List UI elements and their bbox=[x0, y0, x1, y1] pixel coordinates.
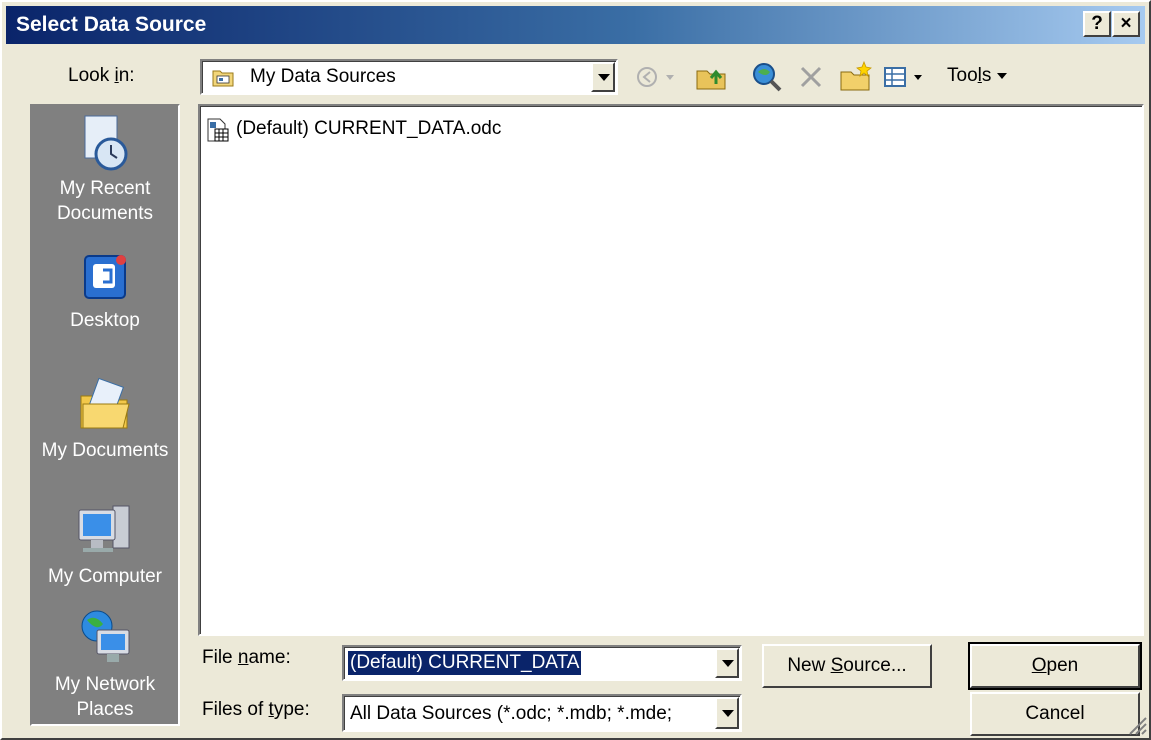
place-label: My Documents bbox=[41, 440, 169, 461]
open-button[interactable]: Open bbox=[968, 642, 1142, 690]
recent-documents-icon bbox=[84, 115, 128, 171]
files-of-type-label: Files of type: bbox=[202, 699, 310, 720]
help-button[interactable]: ? bbox=[1083, 11, 1111, 37]
place-label: My Network bbox=[54, 674, 156, 695]
look-in-dropdown-button[interactable] bbox=[591, 62, 615, 92]
place-label: Places bbox=[76, 699, 134, 720]
dialog-title: Select Data Source bbox=[16, 13, 207, 36]
search-web-icon[interactable] bbox=[750, 60, 784, 94]
network-places-icon bbox=[81, 610, 130, 662]
select-data-source-dialog: Select Data Source ? × Look in: My Data … bbox=[0, 0, 1151, 740]
new-source-button[interactable]: New Source... bbox=[762, 644, 932, 688]
odc-file-icon bbox=[207, 118, 229, 142]
file-name-label: File name: bbox=[202, 647, 291, 668]
up-folder-icon[interactable] bbox=[694, 60, 728, 94]
views-icon[interactable] bbox=[882, 60, 938, 94]
delete-icon[interactable] bbox=[796, 60, 826, 94]
file-name-text: (Default) CURRENT_DATA.odc bbox=[236, 118, 502, 139]
file-name-input[interactable]: (Default) CURRENT_DATA bbox=[348, 651, 582, 675]
file-name-combo[interactable]: (Default) CURRENT_DATA bbox=[342, 645, 742, 681]
places-bar: My Recent Documents Desktop My Documents bbox=[30, 104, 180, 726]
new-folder-icon[interactable] bbox=[838, 60, 872, 94]
place-label: Desktop bbox=[70, 310, 140, 331]
files-of-type-dropdown-button[interactable] bbox=[715, 697, 739, 729]
files-of-type-value: All Data Sources (*.odc; *.mdb; *.mde; bbox=[350, 703, 673, 724]
tools-menu[interactable]: Tools bbox=[947, 64, 1008, 88]
my-computer-icon bbox=[78, 505, 130, 552]
files-of-type-combo[interactable]: All Data Sources (*.odc; *.mdb; *.mde; bbox=[342, 694, 742, 732]
file-list[interactable]: (Default) CURRENT_DATA.odc bbox=[198, 104, 1144, 636]
place-my-computer[interactable]: My Computer bbox=[32, 500, 178, 589]
place-my-documents[interactable]: My Documents bbox=[32, 374, 178, 463]
file-name-dropdown-button[interactable] bbox=[715, 648, 739, 678]
back-icon[interactable] bbox=[632, 60, 682, 94]
close-button[interactable]: × bbox=[1112, 11, 1140, 37]
look-in-value: My Data Sources bbox=[250, 66, 396, 87]
desktop-icon bbox=[84, 255, 126, 299]
look-in-label: Look in: bbox=[68, 65, 135, 86]
place-my-recent-documents[interactable]: My Recent Documents bbox=[32, 112, 178, 226]
folder-icon bbox=[212, 70, 234, 87]
dropdown-arrow-icon bbox=[997, 72, 1008, 79]
resize-grip-icon[interactable] bbox=[1126, 714, 1148, 736]
look-in-combo[interactable]: My Data Sources bbox=[200, 59, 618, 95]
my-documents-icon bbox=[80, 377, 130, 429]
title-bar[interactable]: Select Data Source ? × bbox=[6, 6, 1145, 44]
place-label: My Recent bbox=[59, 178, 151, 199]
place-desktop[interactable]: Desktop bbox=[32, 250, 178, 333]
place-label: Documents bbox=[56, 203, 154, 224]
place-label: My Computer bbox=[47, 566, 163, 587]
cancel-button[interactable]: Cancel bbox=[970, 692, 1140, 736]
place-my-network-places[interactable]: My Network Places bbox=[32, 608, 178, 722]
